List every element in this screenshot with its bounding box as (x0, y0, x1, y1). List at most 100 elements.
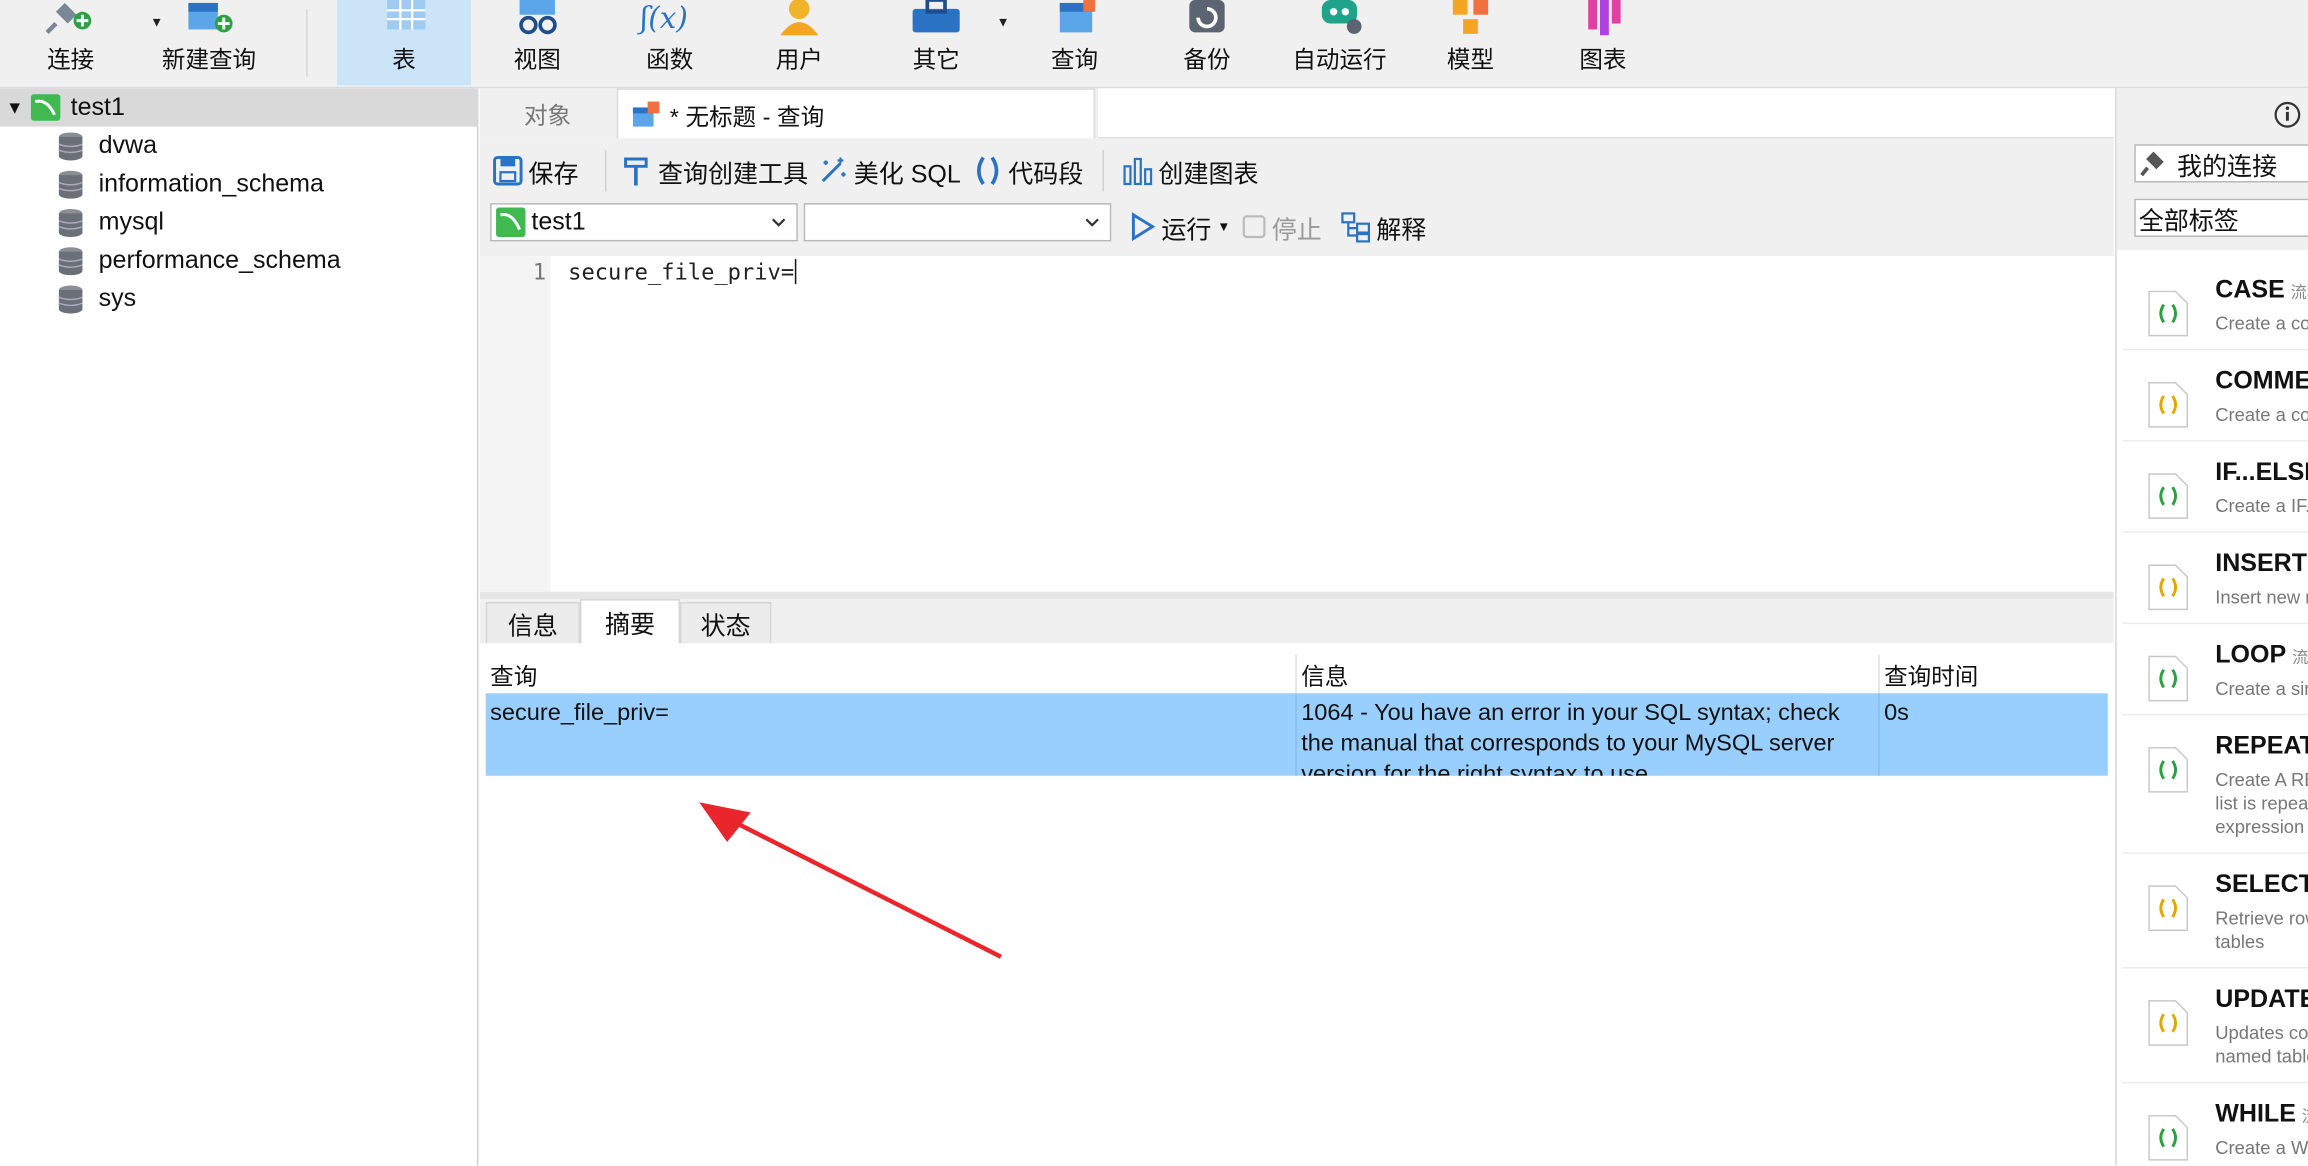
tab-query[interactable]: * 无标题 - 查询 (616, 88, 1096, 139)
snippet-file-icon (2148, 1000, 2189, 1046)
column-header-label: 信息 (1301, 665, 1349, 691)
snippet-file-icon (2148, 564, 2189, 611)
snippet-item[interactable]: REPEAT Create A REF list is repeat expre… (2122, 718, 2308, 854)
cell-time[interactable]: 0s (1880, 693, 2108, 775)
stop-button[interactable]: 停止 (1241, 208, 1322, 246)
tree-item-label: information_schema (98, 169, 324, 198)
chevron-down-icon[interactable]: ▼ (0, 97, 29, 118)
create-chart-button[interactable]: 创建图表 (1122, 152, 1259, 190)
cell-info[interactable]: 1064 - You have an error in your SQL syn… (1297, 693, 1880, 776)
toolbar-separator (306, 8, 308, 77)
snippet-item[interactable]: UPDATE Updates col named table (2122, 971, 2308, 1084)
toolbar-other-button[interactable]: ▼ 其它 (883, 0, 1010, 85)
snippet-file-icon (2148, 381, 2189, 428)
tree-item-dvwa[interactable]: dvwa (56, 127, 157, 165)
tree-item-information-schema[interactable]: information_schema (56, 165, 324, 203)
snippet-file-icon (2148, 885, 2189, 932)
toolbar-label: 表 (392, 48, 416, 74)
tab-label: 对象 (524, 104, 572, 130)
connection-filter-value: 我的连接 (2176, 152, 2278, 181)
tree-item-mysql[interactable]: mysql (56, 203, 164, 241)
run-dropdown-arrow-icon[interactable]: ▼ (1217, 219, 1230, 234)
database-icon (58, 209, 83, 237)
tab-summary[interactable]: 摘要 (579, 599, 681, 644)
toolbar-label: 自动运行 (1292, 48, 1387, 74)
snippet-item[interactable]: IF...ELSE Create a IF... (2122, 445, 2308, 533)
code-snippet-button[interactable]: 代码段 (971, 152, 1083, 190)
snippet-description: Create A REF list is repeat expression i (2215, 769, 2308, 838)
explain-icon (1341, 212, 1371, 243)
tab-strip-blank (1098, 88, 2114, 139)
connection-select[interactable]: test1 (490, 203, 798, 242)
result-tabs: 信息 摘要 状态 (479, 599, 2114, 644)
run-button[interactable]: 运行 ▼ (1128, 208, 1230, 246)
explain-button[interactable]: 解释 (1339, 208, 1426, 246)
toolbar-autorun-button[interactable]: 自动运行 (1281, 0, 1399, 85)
model-icon (1452, 0, 1489, 34)
snippet-item[interactable]: WHILE 流 Create a WH (2123, 1086, 2308, 1165)
column-header-info[interactable]: 信息 (1297, 655, 1880, 694)
toolbar-label: 新建查询 (161, 48, 257, 74)
code-snippet-label: 代码段 (1008, 159, 1084, 188)
connection-filter-select[interactable]: 我的连接 (2134, 144, 2308, 183)
query-builder-button[interactable]: 查询创建工具 (621, 152, 808, 190)
tab-label: 摘要 (604, 610, 656, 639)
sql-code-line[interactable]: secure_file_priv= (568, 259, 796, 286)
tag-filter-select[interactable]: 全部标签 (2134, 198, 2308, 237)
toolbar-function-button[interactable]: ʃ(x) 函数 (618, 0, 721, 85)
snippet-item[interactable]: LOOP 流程 Create a sim (2122, 627, 2308, 716)
snippet-description: Create a con (2215, 404, 2308, 426)
save-label: 保存 (528, 159, 579, 188)
sql-code-text: secure_file_priv= (568, 259, 795, 286)
toolbar-table-button[interactable]: 表 (337, 0, 472, 86)
hammer-icon (624, 157, 648, 186)
run-label: 运行 (1161, 215, 1212, 244)
cell-query[interactable]: secure_file_priv= (486, 693, 1297, 776)
chart-bars-icon (1123, 157, 1153, 186)
snippet-item[interactable]: CASE 流程 Create a con (2122, 262, 2308, 351)
sql-editor[interactable]: 1 secure_file_priv= (479, 256, 2114, 592)
tab-message[interactable]: 信息 (485, 602, 580, 644)
query-icon (1059, 0, 1096, 33)
snippet-panel-header: 我的连接 全部标签 (2116, 88, 2308, 251)
snippet-item[interactable]: COMME Create a con (2122, 353, 2308, 442)
toolbar-view-button[interactable]: 视图 (486, 0, 589, 85)
query-tab-icon (632, 100, 660, 126)
toolbar-query-button[interactable]: 查询 (1024, 0, 1124, 85)
toolbar-connect-button[interactable]: ▼ 连接 (21, 0, 163, 85)
chevron-down-icon (1085, 218, 1099, 227)
toolbar-chart-button[interactable]: 图表 (1554, 0, 1651, 85)
beautify-sql-button[interactable]: 美化 SQL (817, 152, 961, 190)
toolbar-model-button[interactable]: 模型 (1422, 0, 1519, 85)
connection-tree: ▼ test1 dvwa information_schema mysql pe… (0, 88, 479, 1166)
snippet-title: UPDATE (2215, 984, 2308, 1013)
snippet-item[interactable]: SELECT S Retrieve row tables (2122, 857, 2308, 969)
database-icon (58, 170, 83, 199)
tab-status[interactable]: 状态 (680, 602, 772, 644)
tab-objects[interactable]: 对象 (524, 88, 571, 138)
editor-results-splitter[interactable] (479, 591, 2114, 600)
snippet-tag: 流程 (2290, 284, 2308, 302)
tree-item-sys[interactable]: sys (56, 280, 136, 318)
tree-connection-label: test1 (70, 92, 125, 121)
tree-connection-test1[interactable]: ▼ test1 (0, 88, 479, 127)
snippet-item[interactable]: INSERT S Insert new ro (2122, 536, 2308, 625)
tree-item-label: dvwa (98, 131, 158, 159)
toolbar-backup-button[interactable]: 备份 (1157, 0, 1257, 85)
create-chart-label: 创建图表 (1158, 159, 1259, 188)
database-icon (58, 285, 83, 314)
toolbar-label: 用户 (775, 48, 823, 74)
toolbar-user-button[interactable]: 用户 (751, 0, 848, 85)
chevron-down-icon (771, 218, 786, 227)
database-select[interactable] (803, 203, 1112, 242)
column-header-query[interactable]: 查询 (486, 655, 1297, 694)
tree-item-performance-schema[interactable]: performance_schema (56, 241, 341, 279)
save-button[interactable]: 保存 (492, 152, 579, 190)
tree-item-label: sys (98, 284, 137, 313)
mysql-connection-icon (30, 94, 61, 121)
toolbar-new-query-button[interactable]: 新建查询 (150, 0, 268, 85)
column-header-time[interactable]: 查询时间 (1880, 655, 2108, 693)
info-icon[interactable] (2273, 100, 2302, 129)
snippet-tag: 流 (2302, 1108, 2308, 1126)
table-row[interactable]: secure_file_priv= 1064 - You have an err… (485, 693, 2108, 776)
